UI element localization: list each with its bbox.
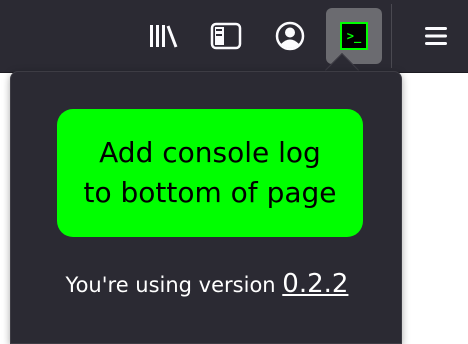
console-log-extension-icon: >_ [340, 22, 368, 50]
sidebar-icon [210, 22, 242, 50]
app-menu-button[interactable] [408, 8, 464, 64]
account-button[interactable] [262, 8, 318, 64]
add-console-log-button[interactable]: Add console log to bottom of page [57, 109, 363, 237]
account-icon [275, 21, 305, 51]
version-prefix: You're using version [65, 273, 283, 297]
library-button[interactable] [135, 8, 191, 64]
hamburger-menu-icon [425, 27, 447, 45]
extension-popup: Add console log to bottom of page You're… [10, 71, 402, 344]
version-link[interactable]: 0.2.2 [282, 269, 348, 299]
console-log-extension-button[interactable]: >_ [326, 8, 382, 64]
version-info: You're using version 0.2.2 [11, 268, 403, 301]
library-icon [150, 25, 178, 48]
toolbar-separator [391, 4, 392, 68]
sidebar-button[interactable] [198, 8, 254, 64]
browser-toolbar: >_ [0, 0, 468, 73]
